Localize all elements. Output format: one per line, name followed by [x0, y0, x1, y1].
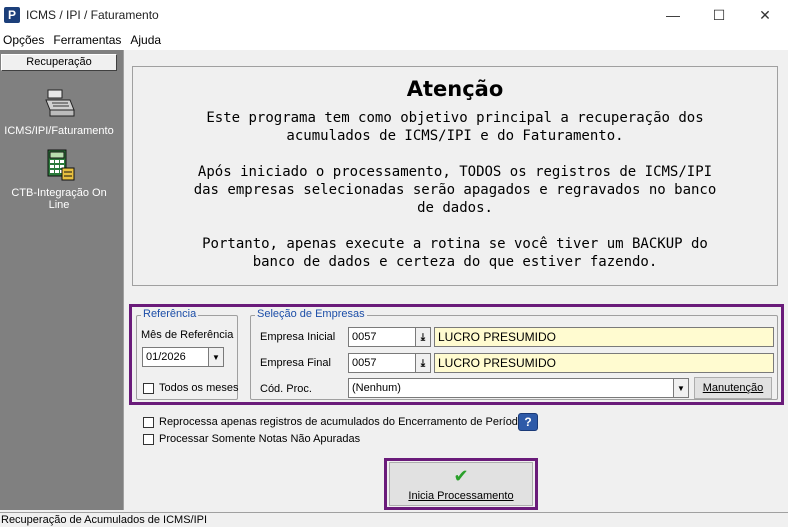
- empresa-final-label: Empresa Final: [260, 357, 331, 369]
- cod-proc-select[interactable]: (Nenhum): [348, 378, 688, 398]
- attention-paragraph: Este programa tem como objetivo principa…: [206, 110, 704, 144]
- close-icon: ✕: [759, 6, 771, 23]
- menu-ajuda[interactable]: Ajuda: [127, 33, 167, 47]
- attention-paragraph: Após iniciado o processamento, TODOS os …: [193, 164, 717, 216]
- close-button[interactable]: ✕: [742, 0, 788, 30]
- help-icon[interactable]: ?: [518, 413, 538, 431]
- download-arrow-icon: ⤓: [420, 357, 426, 369]
- referencia-group-label: Referência: [141, 308, 199, 320]
- title-bar: P ICMS / IPI / Faturamento — ☐ ✕: [0, 0, 788, 30]
- cod-proc-label: Cód. Proc.: [260, 383, 312, 395]
- chevron-down-icon: ▼: [212, 352, 220, 362]
- reprocessa-checkbox[interactable]: [143, 417, 154, 428]
- empresa-final-name: LUCRO PRESUMIDO: [434, 353, 774, 373]
- calculator-icon: [47, 149, 75, 181]
- somente-notas-label: Processar Somente Notas Não Apuradas: [159, 433, 361, 445]
- main-panel: Atenção Este programa tem como objetivo …: [123, 50, 788, 510]
- sidebar: Recuperação ICMS/IPI/Faturamento CTB-Int…: [0, 50, 123, 510]
- manutencao-button[interactable]: Manutenção: [694, 377, 772, 399]
- attention-paragraph: Portanto, apenas execute a rotina se voc…: [202, 236, 708, 270]
- sidebar-item-label: ICMS/IPI/Faturamento: [4, 125, 114, 137]
- menu-bar: Opções Ferramentas Ajuda: [0, 30, 788, 50]
- status-bar: Recuperação de Acumulados de ICMS/IPI: [0, 512, 788, 527]
- minimize-icon: —: [666, 7, 680, 23]
- empresa-inicial-lookup-button[interactable]: ⤓: [415, 327, 431, 347]
- attention-title: Atenção: [406, 77, 504, 101]
- empresa-final-code-input[interactable]: 0057: [348, 353, 416, 373]
- sidebar-item-ctb-integracao[interactable]: CTB-Integração On Line: [0, 148, 118, 211]
- cod-proc-dropdown-button[interactable]: ▼: [673, 378, 689, 398]
- empresa-inicial-code-input[interactable]: 0057: [348, 327, 416, 347]
- todos-meses-label: Todos os meses: [159, 382, 239, 394]
- todos-meses-checkbox[interactable]: [143, 383, 154, 394]
- sidebar-item-icms-ipi[interactable]: ICMS/IPI/Faturamento: [0, 86, 118, 137]
- app-logo-icon: P: [4, 7, 20, 23]
- empresa-inicial-label: Empresa Inicial: [260, 331, 336, 343]
- cash-register-icon: [45, 89, 75, 117]
- checkmark-icon: ✔: [453, 466, 469, 486]
- window-controls: — ☐ ✕: [650, 0, 788, 30]
- empresa-inicial-name: LUCRO PRESUMIDO: [434, 327, 774, 347]
- maximize-button[interactable]: ☐: [696, 0, 742, 30]
- mes-referencia-dropdown-button[interactable]: ▼: [208, 347, 224, 367]
- menu-ferramentas[interactable]: Ferramentas: [50, 33, 127, 47]
- download-arrow-icon: ⤓: [420, 331, 426, 343]
- help-glyph: ?: [524, 415, 532, 429]
- empresa-final-lookup-button[interactable]: ⤓: [415, 353, 431, 373]
- minimize-button[interactable]: —: [650, 0, 696, 30]
- somente-notas-checkbox[interactable]: [143, 434, 154, 445]
- attention-panel: Atenção Este programa tem como objetivo …: [132, 66, 778, 286]
- manutencao-label: Manutenção: [702, 382, 764, 394]
- selecao-empresas-label: Seleção de Empresas: [255, 308, 367, 320]
- inicia-processamento-label: Inicia Processamento: [408, 490, 514, 502]
- mes-referencia-label: Mês de Referência: [141, 329, 234, 341]
- reprocessa-label: Reprocessa apenas registros de acumulado…: [159, 416, 525, 428]
- maximize-icon: ☐: [712, 6, 726, 23]
- chevron-down-icon: ▼: [677, 383, 685, 393]
- sidebar-header-recuperacao[interactable]: Recuperação: [1, 54, 117, 71]
- menu-opcoes[interactable]: Opções: [0, 33, 50, 47]
- inicia-processamento-button[interactable]: ✔ Inicia Processamento: [389, 462, 533, 506]
- attention-body: Este programa tem como objetivo principa…: [133, 109, 777, 271]
- window-title: ICMS / IPI / Faturamento: [26, 8, 159, 22]
- sidebar-item-label: CTB-Integração On Line: [11, 187, 107, 211]
